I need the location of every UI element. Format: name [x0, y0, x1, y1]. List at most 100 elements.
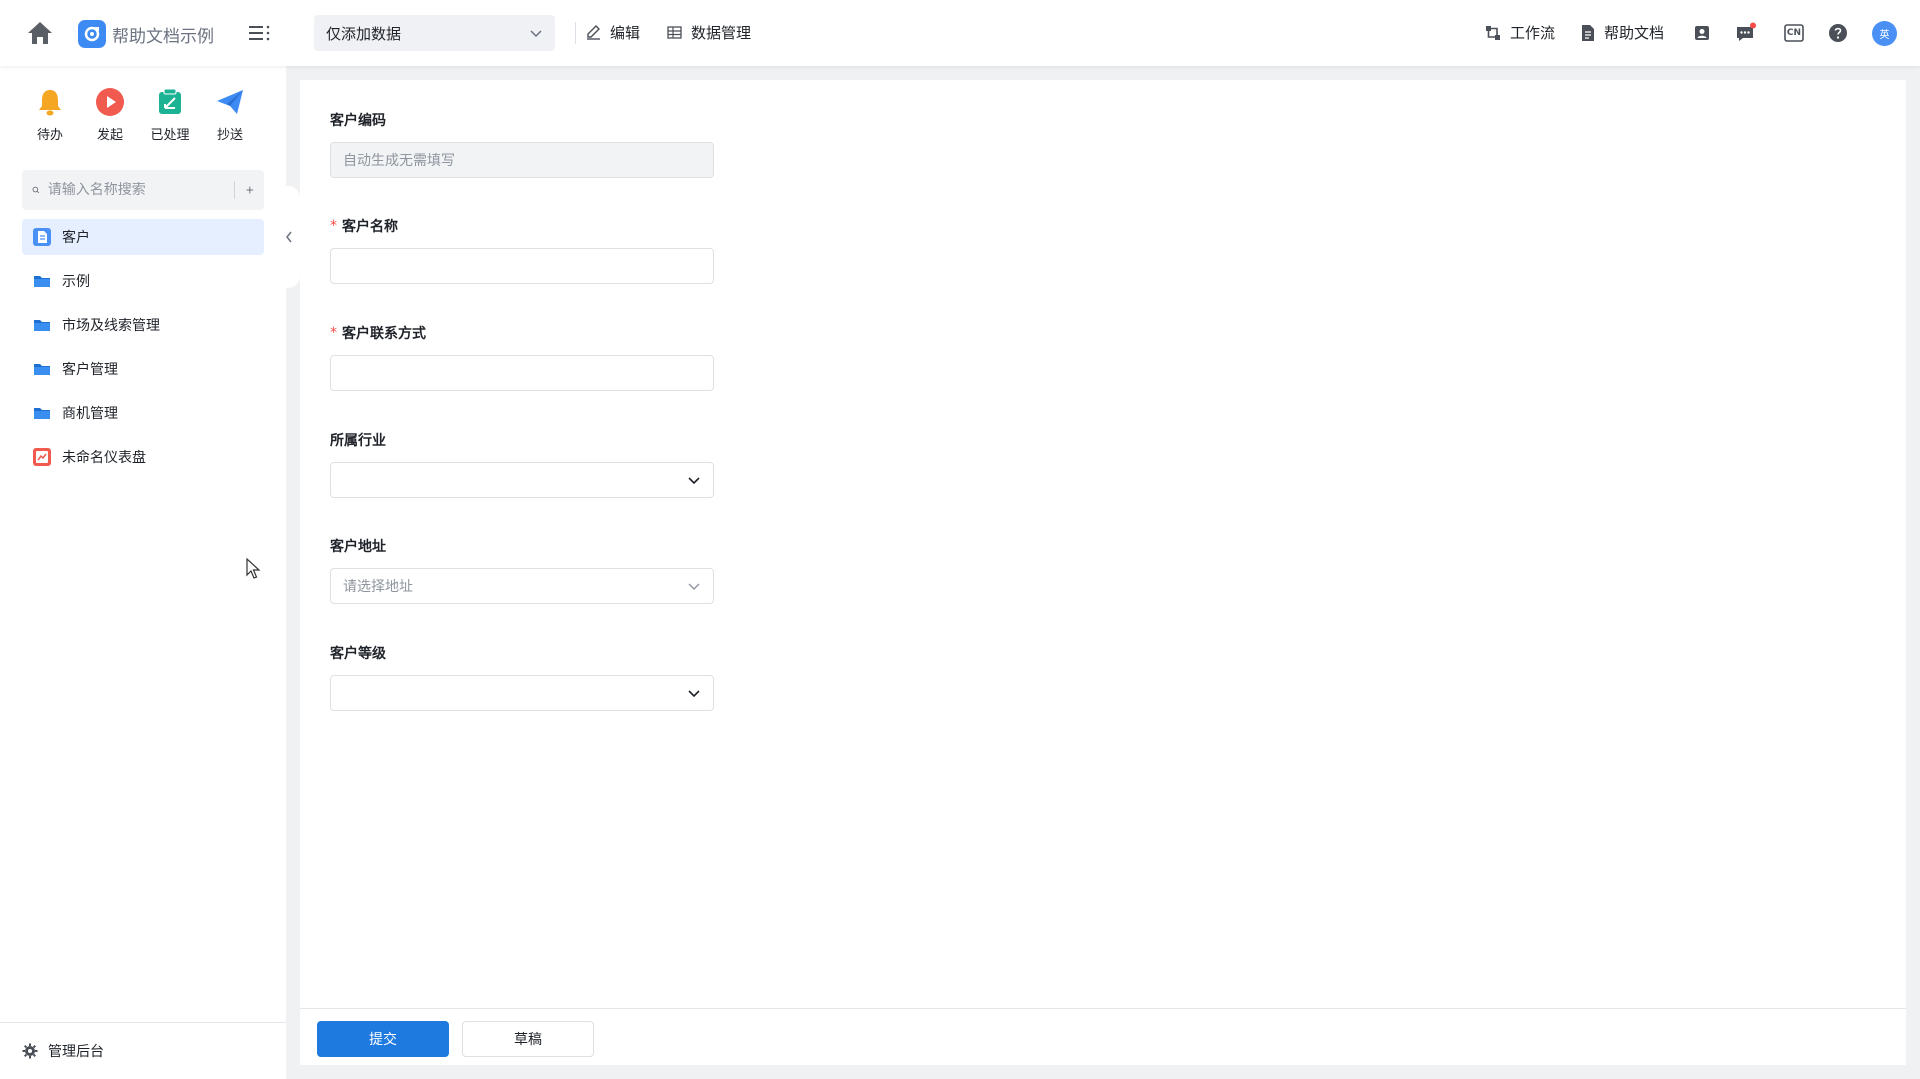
quick-processed-label: 已处理: [150, 128, 190, 143]
sidebar-item-label: 市场及线索管理: [62, 318, 160, 334]
data-manage-button[interactable]: 数据管理: [666, 22, 751, 43]
required-mark: *: [330, 325, 337, 341]
customer-code-input: 自动生成无需填写: [330, 142, 714, 178]
contact-icon[interactable]: [1690, 21, 1714, 45]
industry-select[interactable]: [330, 462, 714, 498]
field-label: * 客户名称: [330, 216, 714, 236]
avatar[interactable]: 英: [1872, 21, 1897, 46]
field-label-text: 客户地址: [330, 539, 386, 555]
sidebar-item-opportunity[interactable]: 商机管理: [22, 395, 264, 431]
customer-name-input[interactable]: [330, 248, 714, 284]
submit-button[interactable]: 提交: [317, 1021, 449, 1057]
table-icon: [667, 26, 682, 39]
mouse-cursor-icon: [246, 557, 262, 580]
language-label: CN: [1786, 28, 1802, 38]
nav-list: 客户 示例 市场及线索管理 客户管理 商机管理 未命名仪表盘: [22, 219, 264, 483]
quick-cc[interactable]: 抄送: [200, 86, 260, 156]
customer-contact-input[interactable]: [330, 355, 714, 391]
field-customer-code: 客户编码 自动生成无需填写: [330, 110, 714, 178]
sidebar: 待办 发起 已处理 抄送 请输入名称搜索 客户 示例 市场及线索管理 客户管理 …: [0, 66, 286, 1079]
top-header: 帮助文档示例 仅添加数据 编辑 数据管理 工作流 帮助文档 CN 英: [0, 0, 1920, 66]
chevron-down-icon: [688, 583, 700, 590]
quick-todo[interactable]: 待办: [20, 86, 80, 156]
chevron-down-icon: [688, 477, 700, 485]
sidebar-item-label: 客户管理: [62, 362, 118, 378]
home-icon[interactable]: [26, 20, 54, 46]
field-label-text: 客户等级: [330, 646, 386, 662]
field-label-text: 客户联系方式: [342, 326, 426, 342]
quick-launch[interactable]: 发起: [80, 86, 140, 156]
sidebar-item-dashboard[interactable]: 未命名仪表盘: [22, 439, 264, 475]
gear-icon: [22, 1043, 38, 1059]
help-icon[interactable]: [1826, 21, 1850, 45]
document-icon: [1582, 24, 1594, 41]
field-label: 客户地址: [330, 536, 714, 556]
play-icon: [94, 86, 126, 118]
data-manage-label: 数据管理: [691, 24, 752, 42]
customer-code-placeholder: 自动生成无需填写: [343, 153, 455, 169]
field-label-text: 所属行业: [330, 433, 386, 449]
sidebar-item-customer-manage[interactable]: 客户管理: [22, 351, 264, 387]
folder-icon: [32, 359, 52, 379]
required-mark: *: [330, 218, 337, 234]
send-icon: [214, 86, 246, 118]
folder-icon: [32, 315, 52, 335]
field-customer-level: 客户等级: [330, 643, 714, 711]
edit-label: 编辑: [610, 24, 641, 42]
sidebar-item-label: 示例: [62, 274, 90, 290]
bell-icon: [34, 86, 66, 118]
processed-icon: [154, 86, 186, 118]
quick-processed[interactable]: 已处理: [140, 86, 200, 156]
add-icon[interactable]: [246, 182, 254, 198]
quick-launch-label: 发起: [96, 128, 123, 143]
draft-button[interactable]: 草稿: [462, 1021, 594, 1057]
field-address: 客户地址 请选择地址: [330, 536, 714, 604]
field-customer-name: * 客户名称: [330, 216, 714, 284]
sidebar-item-market-leads[interactable]: 市场及线索管理: [22, 307, 264, 343]
field-label: * 客户联系方式: [330, 323, 714, 343]
field-label-text: 客户名称: [342, 219, 398, 235]
sidebar-item-label: 客户: [62, 230, 90, 246]
quick-actions: 待办 发起 已处理 抄送: [20, 86, 280, 156]
form-panel: 客户编码 自动生成无需填写 * 客户名称 * 客户联系方式 所属行业 客户地址: [300, 80, 1906, 1065]
field-label: 客户等级: [330, 643, 714, 663]
workflow-button[interactable]: 工作流: [1484, 22, 1555, 43]
address-placeholder: 请选择地址: [343, 579, 413, 595]
edit-button[interactable]: 编辑: [585, 22, 640, 43]
language-button[interactable]: CN: [1782, 21, 1806, 45]
workflow-label: 工作流: [1510, 24, 1556, 42]
app-logo-icon: [78, 20, 106, 48]
search-icon: [32, 186, 40, 194]
admin-console-label: 管理后台: [48, 1044, 104, 1060]
pencil-icon: [587, 25, 600, 40]
help-doc-label: 帮助文档: [1604, 24, 1665, 42]
customer-level-select[interactable]: [330, 675, 714, 711]
field-label: 客户编码: [330, 110, 714, 130]
header-divider: [575, 22, 576, 44]
message-icon[interactable]: [1734, 21, 1758, 45]
workflow-icon: [1486, 25, 1500, 40]
menu-toggle-icon[interactable]: [248, 23, 272, 43]
chevron-down-icon: [688, 690, 700, 698]
field-customer-contact: * 客户联系方式: [330, 323, 714, 391]
quick-todo-label: 待办: [36, 128, 63, 143]
search-input[interactable]: [47, 182, 222, 198]
form-icon: [32, 227, 52, 247]
admin-console-link[interactable]: 管理后台: [0, 1022, 286, 1079]
help-doc-button[interactable]: 帮助文档: [1580, 22, 1664, 43]
address-select[interactable]: 请选择地址: [330, 568, 714, 604]
view-select[interactable]: 仅添加数据: [314, 15, 555, 51]
folder-icon: [32, 403, 52, 423]
sidebar-collapse-button[interactable]: [278, 186, 300, 288]
chevron-left-icon: [286, 231, 292, 243]
sidebar-item-customer[interactable]: 客户: [22, 219, 264, 255]
chevron-down-icon: [530, 30, 542, 38]
sidebar-item-label: 商机管理: [62, 406, 118, 422]
view-select-value: 仅添加数据: [326, 24, 402, 43]
app-title: 帮助文档示例: [112, 27, 214, 47]
sidebar-item-example[interactable]: 示例: [22, 263, 264, 299]
folder-icon: [32, 271, 52, 291]
dashboard-icon: [32, 447, 52, 467]
quick-cc-label: 抄送: [216, 128, 243, 143]
field-label: 所属行业: [330, 430, 714, 450]
